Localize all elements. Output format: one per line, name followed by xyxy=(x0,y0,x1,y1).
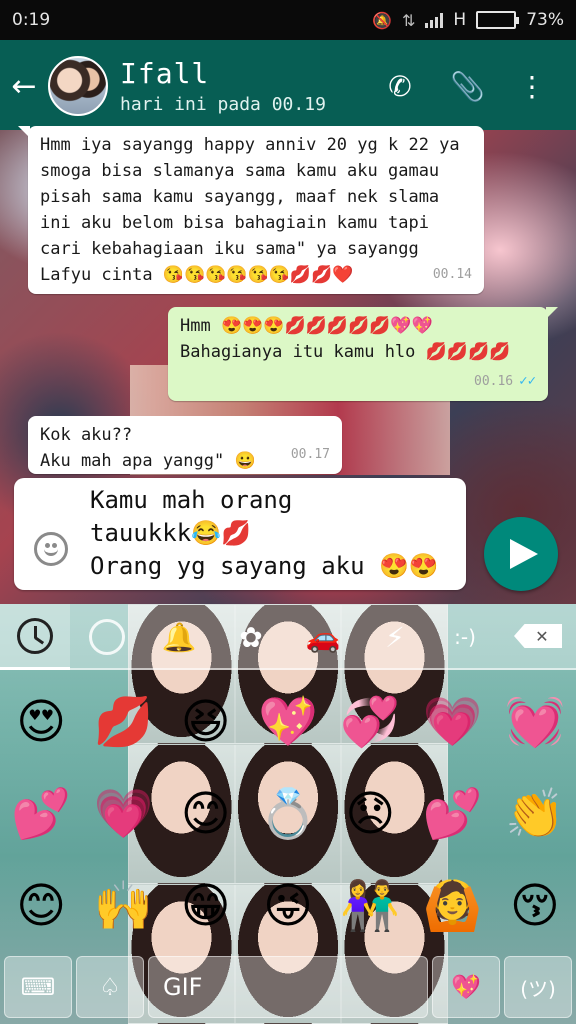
message-bubble[interactable]: Kok aku?? Aku mah apa yangg" 😀 00.17 xyxy=(28,416,342,474)
smiley-icon xyxy=(89,619,125,655)
message-time: 00.14 xyxy=(432,267,472,282)
message-time: 00.16 xyxy=(474,374,514,389)
tab-objects[interactable]: 🔔 xyxy=(144,604,214,670)
gif-button[interactable]: GIF xyxy=(148,956,428,1018)
keyboard-switch-icon[interactable]: ⌨ xyxy=(4,956,72,1018)
chat-header: ← Ifall hari ini pada 00.19 ✆ 📎 ⋮ xyxy=(0,40,576,132)
message-bubble[interactable]: Hmm 😍😍😍💋💋💋💋💋💖💖 Bahagianya itu kamu hlo 💋… xyxy=(168,307,558,401)
emoji-key[interactable]: 💖 xyxy=(247,676,329,768)
network-type: H xyxy=(453,10,467,30)
back-arrow-icon[interactable]: ← xyxy=(2,69,46,104)
tab-smileys[interactable] xyxy=(72,604,142,670)
message-text: Kok aku?? Aku mah apa yangg" 😀 xyxy=(40,425,256,471)
backspace-icon[interactable]: ✕ xyxy=(514,624,562,648)
emoji-key[interactable]: 😊 xyxy=(165,768,247,860)
emoji-key[interactable]: 🙌 xyxy=(82,860,164,952)
symbols-icon: ⚡ xyxy=(385,620,405,654)
emoji-grid: 😍 💋 😆 💖 💞 💗 💓 💕 💗 😊 💍 😞 💕 👏 😊 🙌 😁 😜 👫 🙆 😚 xyxy=(0,676,576,952)
clock-icon xyxy=(17,617,53,654)
emoji-key[interactable]: 😆 xyxy=(165,676,247,768)
message-text: Hmm iya sayangg happy anniv 20 yg k 22 y… xyxy=(40,135,460,285)
contact-name: Ifall xyxy=(120,57,210,90)
emoji-key[interactable]: 🙆 xyxy=(411,860,493,952)
read-ticks-icon: ✓✓ xyxy=(519,373,536,389)
spade-icon[interactable]: ♤ xyxy=(76,956,144,1018)
last-seen: hari ini pada 00.19 xyxy=(120,94,326,115)
message-meta: 00.16 ✓✓ xyxy=(474,368,536,395)
battery-percent: 73% xyxy=(526,10,564,30)
tab-nature[interactable]: ✿ xyxy=(216,604,286,670)
mute-icon: 🔕 xyxy=(372,10,392,30)
emoji-key[interactable]: 💞 xyxy=(329,676,411,768)
emoji-key[interactable]: 😁 xyxy=(165,860,247,952)
status-bar: 0:19 🔕 ⇅ H 73% xyxy=(0,0,576,40)
emoji-key[interactable]: 😊 xyxy=(0,860,82,952)
phone-icon[interactable]: ✆ xyxy=(384,70,416,103)
tab-emoticons[interactable]: :-) xyxy=(430,604,500,670)
emoji-key[interactable]: 😍 xyxy=(0,676,82,768)
emoji-key[interactable]: 💗 xyxy=(411,676,493,768)
message-text: Hmm 😍😍😍💋💋💋💋💋💖💖 Bahagianya itu kamu hlo 💋… xyxy=(180,316,511,362)
emoji-key[interactable]: 👏 xyxy=(494,768,576,860)
compose-text[interactable]: Kamu mah orang tauukkk😂💋 Orang yg sayang… xyxy=(90,484,450,583)
message-time: 00.17 xyxy=(290,447,330,462)
contact-info[interactable]: Ifall hari ini pada 00.19 xyxy=(120,57,384,115)
data-icon: ⇅ xyxy=(402,10,416,30)
emoji-key[interactable]: 💗 xyxy=(82,768,164,860)
emoticon-key[interactable]: (ツ) xyxy=(504,956,572,1018)
emoticon-key-label: (ツ) xyxy=(520,976,556,1001)
emoji-keyboard: 🔔 ✿ 🚗 ⚡ :-) ✕ 😍 💋 😆 💖 💞 💗 💓 💕 💗 😊 💍 😞 💕 👏 😊 🙌 😁 😜 👫 🙆 😚 ⌨ ♤ … xyxy=(0,604,576,1024)
tab-symbols[interactable]: ⚡ xyxy=(360,604,430,670)
message-bubble[interactable]: Hmm iya sayangg happy anniv 20 yg k 22 y… xyxy=(18,126,484,294)
emoji-key[interactable]: 😚 xyxy=(494,860,576,952)
message-input[interactable]: Kamu mah orang tauukkk😂💋 Orang yg sayang… xyxy=(14,478,466,590)
emoji-key[interactable]: 💓 xyxy=(494,676,576,768)
more-icon[interactable]: ⋮ xyxy=(516,70,548,103)
tab-recent[interactable] xyxy=(0,604,70,670)
avatar[interactable] xyxy=(48,56,108,116)
header-actions: ✆ 📎 ⋮ xyxy=(384,70,548,103)
emoji-key[interactable]: 💕 xyxy=(0,768,82,860)
emoticon-tab-label: :-) xyxy=(454,625,476,649)
status-time: 0:19 xyxy=(12,10,51,30)
emoji-key[interactable]: 👫 xyxy=(329,860,411,952)
emoji-key[interactable]: 😜 xyxy=(247,860,329,952)
emoji-key[interactable]: 😞 xyxy=(329,768,411,860)
battery-icon xyxy=(476,11,520,29)
gif-label: GIF xyxy=(163,973,203,1001)
status-icons: 🔕 ⇅ H 73% xyxy=(372,10,564,30)
send-button[interactable] xyxy=(484,517,558,591)
emoji-key[interactable]: 💋 xyxy=(82,676,164,768)
heart-key-icon[interactable]: 💖 xyxy=(432,956,500,1018)
car-icon: 🚗 xyxy=(305,620,341,654)
tab-travel[interactable]: 🚗 xyxy=(288,604,358,670)
emoji-category-bar: 🔔 ✿ 🚗 ⚡ :-) ✕ xyxy=(0,604,576,670)
attach-icon[interactable]: 📎 xyxy=(450,70,485,103)
emoji-key[interactable]: 💕 xyxy=(411,768,493,860)
bell-icon: 🔔 xyxy=(161,620,197,654)
emoji-toggle-icon[interactable] xyxy=(34,532,68,566)
emoji-key[interactable]: 💍 xyxy=(247,768,329,860)
keyboard-bottom-row: ⌨ ♤ GIF 💖 (ツ) xyxy=(0,950,576,1024)
signal-icon xyxy=(425,12,444,28)
flower-icon: ✿ xyxy=(239,620,263,654)
